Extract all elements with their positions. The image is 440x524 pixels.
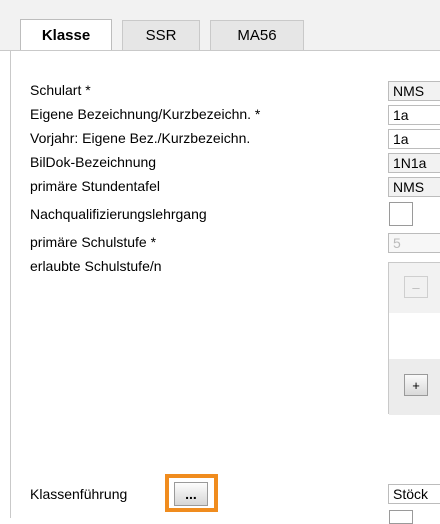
nachqualifizierung-checkbox[interactable] [389, 202, 413, 226]
tab-ssr[interactable]: SSR [122, 20, 200, 50]
nachqualifizierung-label: Nachqualifizierungslehrgang [30, 206, 207, 222]
klassenfuehrung-field[interactable]: Stöck [388, 484, 440, 504]
klassenfuehrung-label: Klassenführung [30, 486, 128, 502]
extra-checkbox[interactable] [389, 510, 413, 524]
tab-bar: Klasse SSR MA56 [0, 0, 440, 51]
vorjahr-field[interactable]: 1a [388, 129, 440, 149]
vorjahr-label: Vorjahr: Eigene Bez./Kurzbezeichn. [30, 130, 251, 146]
tab-ma56[interactable]: MA56 [210, 20, 304, 50]
bildok-field[interactable]: 1N1a [388, 153, 440, 173]
eigene-bezeichnung-label: Eigene Bezeichnung/Kurzbezeichn. * [30, 106, 261, 122]
bildok-label: BilDok-Bezeichnung [30, 154, 157, 170]
remove-schulstufe-button[interactable]: – [404, 276, 428, 298]
schulart-field[interactable]: NMS [388, 81, 440, 101]
erlaubte-schulstufen-label: erlaubte Schulstufe/n [30, 258, 162, 274]
schulstufe-label: primäre Schulstufe * [30, 234, 157, 250]
stundentafel-field[interactable]: NMS [388, 177, 440, 197]
stundentafel-label: primäre Stundentafel [30, 178, 160, 194]
add-schulstufe-button[interactable]: + [404, 374, 428, 396]
schulart-label: Schulart * [30, 82, 91, 98]
klassenfuehrung-select-button[interactable]: ... [174, 482, 208, 506]
eigene-bezeichnung-field[interactable]: 1a [388, 105, 440, 125]
tab-klasse[interactable]: Klasse [20, 19, 112, 51]
schulstufe-field: 5 [388, 233, 440, 253]
